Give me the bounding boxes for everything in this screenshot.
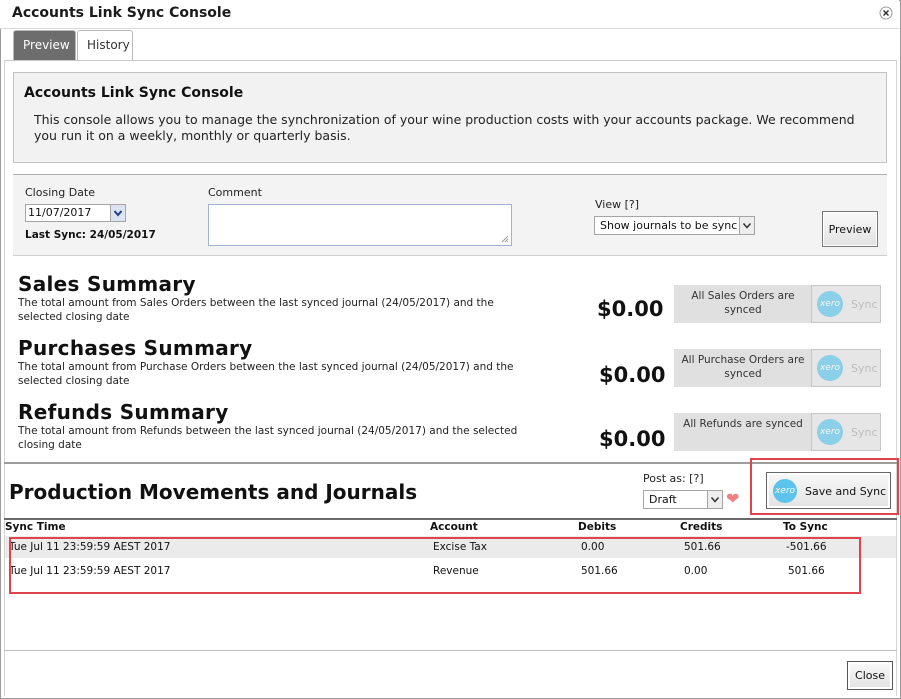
- xero-logo-icon: xero: [817, 355, 843, 381]
- refunds-sync-button[interactable]: xero Sync: [811, 413, 881, 451]
- refunds-summary-description: The total amount from Refunds between th…: [18, 425, 518, 451]
- frame-right-border: [896, 60, 897, 696]
- last-sync-text: Last Sync: 24/05/2017: [25, 229, 156, 241]
- close-button[interactable]: Close: [847, 661, 893, 690]
- heart-icon[interactable]: ❤: [726, 491, 739, 507]
- view-select[interactable]: Show journals to be sync: [594, 216, 755, 235]
- sales-summary-title: Sales Summary: [18, 272, 196, 296]
- refunds-summary-title: Refunds Summary: [18, 400, 229, 424]
- sales-sync-button[interactable]: xero Sync: [811, 285, 881, 323]
- closing-date-select[interactable]: 11/07/2017: [25, 204, 126, 222]
- sales-summary-amount: $0.00: [597, 297, 664, 321]
- production-title: Production Movements and Journals: [9, 480, 418, 504]
- purchases-sync-button[interactable]: xero Sync: [811, 349, 881, 387]
- purchases-sync-status: All Purchase Orders are synced: [674, 349, 812, 387]
- intro-description: This console allows you to manage the sy…: [34, 112, 855, 143]
- tab-history[interactable]: History: [77, 30, 133, 60]
- xero-logo-icon: xero: [817, 291, 843, 317]
- chevron-down-icon[interactable]: [707, 491, 722, 508]
- window-title: Accounts Link Sync Console: [12, 5, 232, 21]
- sync-button-label: Sync: [851, 426, 878, 439]
- comment-textarea[interactable]: [208, 204, 512, 246]
- post-as-select[interactable]: Draft: [643, 490, 723, 509]
- view-select-value: Show journals to be sync: [600, 219, 738, 232]
- closing-date-label: Closing Date: [25, 186, 95, 199]
- purchases-summary-amount: $0.00: [599, 363, 666, 387]
- save-and-sync-label: Save and Sync: [805, 485, 887, 498]
- table-header-rule: [4, 518, 897, 520]
- column-header-to-sync[interactable]: To Sync: [783, 521, 828, 533]
- chevron-down-icon[interactable]: [110, 205, 125, 221]
- sales-summary-description: The total amount from Sales Orders betwe…: [18, 297, 494, 323]
- frame-left-border: [4, 60, 5, 696]
- purchases-summary-description: The total amount from Purchase Orders be…: [18, 361, 514, 387]
- resize-grip-icon[interactable]: [501, 235, 509, 243]
- refunds-summary-amount: $0.00: [599, 427, 666, 451]
- column-header-debits[interactable]: Debits: [578, 521, 616, 533]
- xero-logo-icon: xero: [773, 479, 797, 503]
- column-header-account[interactable]: Account: [430, 521, 478, 533]
- sync-button-label: Sync: [851, 298, 878, 311]
- footer-divider: [4, 650, 897, 651]
- closing-date-value: 11/07/2017: [28, 206, 92, 219]
- xero-logo-icon: xero: [817, 419, 843, 445]
- journal-rows-highlight: [9, 537, 861, 594]
- preview-button[interactable]: Preview: [822, 211, 878, 247]
- tab-preview[interactable]: Preview: [13, 30, 76, 60]
- purchases-summary-title: Purchases Summary: [18, 336, 253, 360]
- view-label: View [?]: [595, 198, 640, 211]
- post-as-label: Post as: [?]: [643, 472, 704, 485]
- chevron-down-icon[interactable]: [739, 217, 754, 234]
- column-header-sync-time[interactable]: Sync Time: [5, 521, 66, 533]
- post-as-value: Draft: [649, 493, 677, 506]
- sync-button-label: Sync: [851, 362, 878, 375]
- comment-label: Comment: [208, 186, 262, 199]
- intro-title: Accounts Link Sync Console: [24, 85, 244, 101]
- save-and-sync-button[interactable]: xero Save and Sync: [766, 472, 891, 509]
- sales-sync-status: All Sales Orders are synced: [674, 285, 812, 323]
- column-header-credits[interactable]: Credits: [680, 521, 722, 533]
- close-icon[interactable]: [879, 6, 893, 20]
- tab-divider: [4, 60, 897, 61]
- refunds-sync-status: All Refunds are synced: [674, 413, 812, 451]
